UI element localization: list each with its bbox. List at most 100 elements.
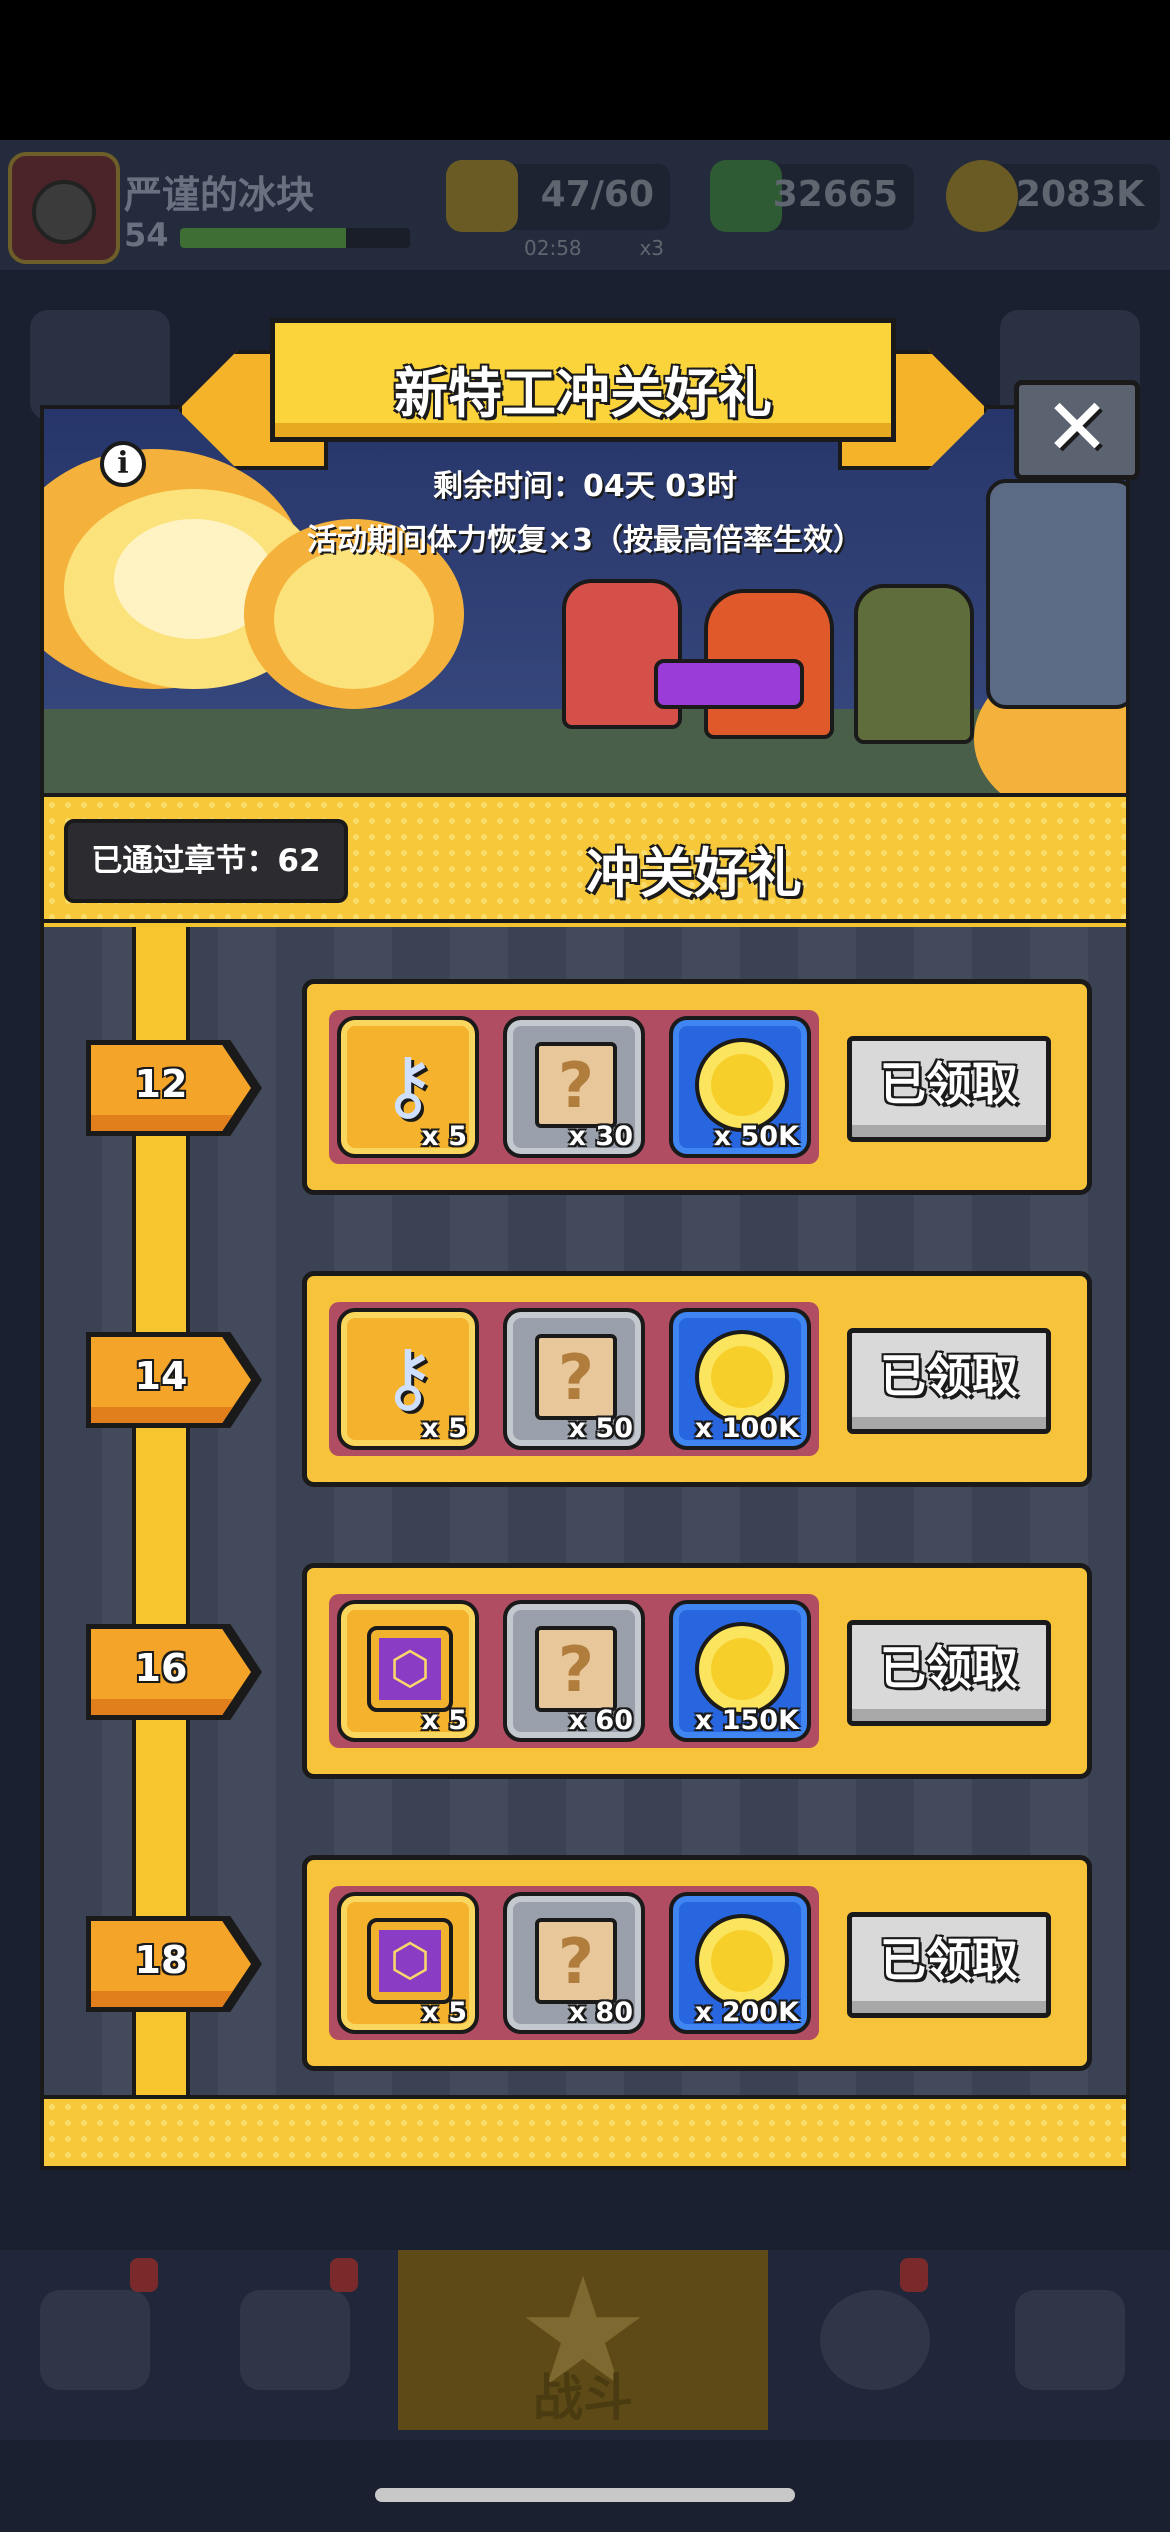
modal-footer bbox=[44, 2095, 1126, 2166]
reward-slot[interactable]: x 50K bbox=[669, 1016, 811, 1158]
purple-chest-icon: ⬡ bbox=[367, 1626, 453, 1712]
claimed-button[interactable]: 已领取 bbox=[847, 1620, 1051, 1726]
gold-coin-icon bbox=[695, 1622, 789, 1716]
claimed-label: 已领取 bbox=[880, 1641, 1018, 1695]
nav-scroll[interactable] bbox=[975, 2250, 1170, 2430]
reward-slot[interactable]: ? x 80 bbox=[503, 1892, 645, 2034]
reward-slot[interactable]: ? x 50 bbox=[503, 1308, 645, 1450]
hero-old-man bbox=[854, 584, 974, 744]
title-ribbon: 新特工冲关好礼 bbox=[270, 318, 896, 442]
mystery-scroll-icon: ? bbox=[535, 1626, 617, 1712]
reward-items: ⚷ x 5 ? x 30 x 50K bbox=[329, 1010, 819, 1164]
milestone-flag: 12 bbox=[86, 1040, 262, 1136]
shop-icon bbox=[40, 2290, 150, 2390]
milestone-flag: 14 bbox=[86, 1332, 262, 1428]
gem-counter: 32665 bbox=[710, 160, 914, 232]
section-header: 已通过章节：62 冲关好礼 bbox=[44, 793, 1126, 923]
event-banner: i 剩余时间：04天 03时 活动期间体力恢复×3（按最高倍率生效） bbox=[44, 409, 1126, 793]
explosion-cloud bbox=[274, 549, 434, 689]
claimed-button[interactable]: 已领取 bbox=[847, 1328, 1051, 1434]
nav-shop[interactable] bbox=[0, 2250, 195, 2430]
reward-slot[interactable]: x 150K bbox=[669, 1600, 811, 1742]
energy-timer: 02:58 bbox=[524, 236, 582, 260]
xp-bar bbox=[180, 228, 410, 248]
reward-slot[interactable]: ⬡ x 5 bbox=[337, 1892, 479, 2034]
reward-qty: x 150K bbox=[694, 1705, 799, 1736]
reward-slot[interactable]: ⬡ x 5 bbox=[337, 1600, 479, 1742]
avatar bbox=[8, 152, 120, 264]
notification-badge bbox=[900, 2258, 928, 2292]
chapters-passed-text: 已通过章节：62 bbox=[91, 843, 321, 879]
status-bar-area bbox=[0, 0, 1170, 140]
mystery-scroll-icon: ? bbox=[535, 1042, 617, 1128]
milestone-number: 12 bbox=[134, 1062, 188, 1106]
nav-battle[interactable]: ★ 战斗 bbox=[398, 2250, 768, 2430]
claimed-label: 已领取 bbox=[880, 1057, 1018, 1111]
section-title: 冲关好礼 bbox=[586, 842, 802, 905]
home-indicator[interactable] bbox=[375, 2488, 795, 2502]
reward-items: ⬡ x 5 ? x 60 x 150K bbox=[329, 1594, 819, 1748]
gold-coin-icon bbox=[695, 1914, 789, 2008]
chapters-passed-badge: 已通过章节：62 bbox=[64, 819, 348, 903]
energy-counter: 47/60 02:58 x3 bbox=[446, 160, 670, 260]
notification-badge bbox=[330, 2258, 358, 2292]
close-icon: ✕ bbox=[1044, 383, 1110, 473]
milestone-flag: 18 bbox=[86, 1916, 262, 2012]
event-timer: 剩余时间：04天 03时 bbox=[433, 469, 737, 504]
reward-card: ⬡ x 5 ? x 80 x 200K 已领取 bbox=[302, 1855, 1092, 2071]
gold-icon bbox=[946, 160, 1018, 232]
milestone-flag: 16 bbox=[86, 1624, 262, 1720]
reward-qty: x 80 bbox=[568, 1997, 633, 2028]
menu-button-bg bbox=[30, 310, 170, 420]
claimed-label: 已领取 bbox=[880, 1349, 1018, 1403]
claimed-button[interactable]: 已领取 bbox=[847, 1036, 1051, 1142]
reward-qty: x 50K bbox=[713, 1121, 799, 1152]
reward-slot[interactable]: ? x 30 bbox=[503, 1016, 645, 1158]
gem-icon bbox=[710, 160, 782, 232]
reward-qty: x 5 bbox=[421, 1413, 467, 1444]
player-hud: 严谨的冰块 54 47/60 02:58 x3 32665 2083K bbox=[0, 140, 1170, 270]
xp-bar-fill bbox=[180, 228, 346, 248]
reward-qty: x 50 bbox=[568, 1413, 633, 1444]
rewards-list[interactable]: 12 ⚷ x 5 ? x 30 x 50K 已领取 14 ⚷ x 5 ? x 5… bbox=[44, 927, 1126, 2095]
mystery-scroll-icon: ? bbox=[535, 1918, 617, 2004]
gold-coin-icon bbox=[695, 1330, 789, 1424]
reward-slot[interactable]: ? x 60 bbox=[503, 1600, 645, 1742]
milestone-number: 16 bbox=[134, 1646, 188, 1690]
close-button[interactable]: ✕ bbox=[1014, 380, 1140, 480]
reward-card: ⚷ x 5 ? x 30 x 50K 已领取 bbox=[302, 979, 1092, 1195]
player-level: 54 bbox=[124, 216, 169, 254]
gold-counter: 2083K bbox=[946, 160, 1160, 232]
reward-qty: x 200K bbox=[694, 1997, 799, 2028]
event-modal: i 剩余时间：04天 03时 活动期间体力恢复×3（按最高倍率生效） 已通过章节… bbox=[40, 405, 1130, 2170]
scroll-tab-icon bbox=[1015, 2290, 1125, 2390]
stars-orb-icon bbox=[820, 2290, 930, 2390]
reward-slot[interactable]: x 200K bbox=[669, 1892, 811, 2034]
reward-slot[interactable]: x 100K bbox=[669, 1308, 811, 1450]
gold-value: 2083K bbox=[1015, 174, 1144, 215]
reward-qty: x 5 bbox=[421, 1997, 467, 2028]
reward-qty: x 60 bbox=[568, 1705, 633, 1736]
key-icon: ⚷ bbox=[380, 1040, 436, 1129]
energy-icon bbox=[446, 160, 518, 232]
claimed-label: 已领取 bbox=[880, 1933, 1018, 1987]
notification-badge bbox=[130, 2258, 158, 2292]
nav-orb[interactable] bbox=[780, 2250, 975, 2430]
milestone-number: 18 bbox=[134, 1938, 188, 1982]
bottom-nav: ★ 战斗 bbox=[0, 2250, 1170, 2440]
reward-card: ⬡ x 5 ? x 60 x 150K 已领取 bbox=[302, 1563, 1092, 1779]
energy-multiplier: x3 bbox=[639, 236, 664, 260]
claimed-button[interactable]: 已领取 bbox=[847, 1912, 1051, 2018]
key-icon: ⚷ bbox=[380, 1332, 436, 1421]
purple-chest-icon: ⬡ bbox=[367, 1918, 453, 2004]
robot-machine bbox=[986, 479, 1126, 709]
event-bonus-note: 活动期间体力恢复×3（按最高倍率生效） bbox=[306, 523, 863, 558]
reward-qty: x 5 bbox=[421, 1705, 467, 1736]
nav-badge-tab[interactable] bbox=[200, 2250, 395, 2430]
reward-qty: x 30 bbox=[568, 1121, 633, 1152]
reward-slot[interactable]: ⚷ x 5 bbox=[337, 1016, 479, 1158]
battle-label: 战斗 bbox=[533, 2369, 633, 2427]
purple-gun bbox=[654, 659, 804, 709]
reward-slot[interactable]: ⚷ x 5 bbox=[337, 1308, 479, 1450]
modal-title: 新特工冲关好礼 bbox=[394, 362, 772, 425]
